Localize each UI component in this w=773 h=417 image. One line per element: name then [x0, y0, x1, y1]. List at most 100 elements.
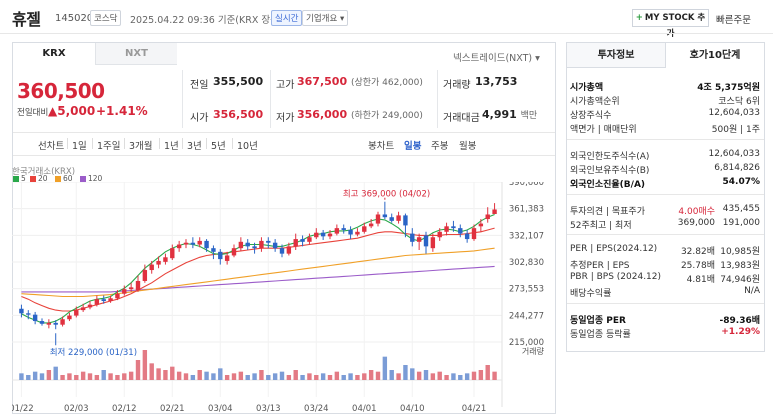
- candle-body: [176, 244, 182, 249]
- volume-bar: [19, 373, 24, 380]
- volume-bar: [485, 365, 490, 380]
- candle-body: [272, 242, 278, 249]
- period-0[interactable]: 선차트: [38, 138, 64, 152]
- current-price: 360,500: [17, 79, 105, 103]
- candle-body: [307, 237, 312, 242]
- invest-info-row: 시가총액순위 코스닥 6위: [570, 97, 760, 107]
- invest-info-row: 배당수익률 N/A: [570, 286, 760, 299]
- candle-body: [423, 235, 429, 247]
- candle-type-0[interactable]: 봉차트: [368, 138, 394, 152]
- candle-type-2[interactable]: 주봉: [431, 138, 448, 152]
- period-6[interactable]: 5년: [211, 138, 226, 152]
- candle-body: [437, 231, 442, 238]
- volume-bar: [67, 373, 72, 380]
- candle-body: [101, 299, 106, 302]
- volume-bar: [348, 373, 353, 380]
- low-label: 저가: [276, 113, 295, 124]
- period-separator: [67, 138, 68, 149]
- invest-info-row: 52주최고 | 최저 369,000 191,000: [570, 218, 760, 231]
- period-7[interactable]: 10년: [237, 138, 258, 152]
- volume-bar: [355, 375, 360, 380]
- candle-body: [451, 226, 456, 229]
- candle-body: [362, 226, 367, 232]
- candle-body: [368, 223, 374, 227]
- candle-body: [444, 226, 449, 232]
- volume-bar: [444, 375, 449, 380]
- candle-type-1[interactable]: 일봉: [404, 138, 421, 152]
- candle-body: [183, 242, 189, 245]
- candle-body: [135, 280, 141, 291]
- y-tick-label: 244,277: [509, 311, 544, 321]
- tab-nxt[interactable]: NXT: [95, 43, 177, 65]
- chevron-down-icon: ▾: [339, 14, 345, 24]
- invest-info-row: 동일업종 PER -89.36배: [570, 316, 760, 326]
- add-mystock-button[interactable]: + MY STOCK 추가: [632, 9, 709, 39]
- candle-body: [382, 214, 388, 218]
- volume-bar: [471, 371, 477, 380]
- volume-bar: [396, 373, 401, 380]
- price-chart[interactable]: 390,660 361,383 332,107 302,830 273,553 244,2…: [12, 182, 556, 414]
- market-badge: 코스닥: [90, 10, 122, 26]
- quick-order-button[interactable]: 빠른주문: [716, 12, 751, 26]
- period-4[interactable]: 1년: [164, 138, 179, 152]
- period-5[interactable]: 3년: [187, 138, 202, 152]
- candle-body: [492, 209, 497, 215]
- candle-type-3[interactable]: 월봉: [459, 138, 476, 152]
- period-1[interactable]: 1일: [72, 138, 87, 152]
- tab-krx[interactable]: KRX: [13, 43, 95, 65]
- live-badge[interactable]: 실시간: [271, 10, 303, 26]
- volume-bar: [327, 375, 333, 380]
- candle-body: [170, 248, 175, 259]
- candle-body: [327, 233, 333, 237]
- tab-invest-info[interactable]: 투자정보: [567, 43, 665, 68]
- candle-body: [211, 248, 216, 252]
- x-tick-label: 02/12: [112, 404, 137, 414]
- volume-bar: [32, 371, 38, 380]
- candle-body: [32, 314, 38, 322]
- volume-bar: [300, 375, 305, 380]
- volume-bar: [224, 375, 230, 380]
- invest-info-row: 추정PER | EPS 25.78배 13,983원: [570, 261, 760, 271]
- volume-bar: [149, 363, 154, 380]
- period-3[interactable]: 3개월: [129, 138, 153, 152]
- turnover-label: 거래대금: [443, 113, 480, 124]
- candle-body: [334, 228, 340, 234]
- invest-info-row: 상장주식수 12,604,033: [570, 108, 760, 121]
- x-tick-label: 04/21: [462, 404, 487, 414]
- volume-bar: [403, 365, 408, 380]
- invest-info-row: 동일업종 등락률 +1.29%: [570, 327, 760, 340]
- x-tick-label: 03/04: [208, 404, 233, 414]
- candle-body: [410, 233, 415, 242]
- candle-body: [74, 310, 79, 316]
- company-info-button[interactable]: 기업개요 ▾: [302, 10, 349, 26]
- nextrade-link[interactable]: 넥스트레이드(NXT) ▾: [453, 50, 540, 64]
- volume-bar: [74, 375, 79, 380]
- invest-info-row: 시가총액 4조 5,375억원: [570, 83, 760, 93]
- volume-bar: [272, 373, 278, 380]
- volume-value: 13,753: [475, 75, 518, 88]
- tab-orderbook[interactable]: 호가10단계: [665, 43, 764, 68]
- low-value: 356,000 (하한가 249,000): [297, 108, 423, 121]
- period-separator: [159, 138, 160, 149]
- x-tick-label: 04/01: [352, 404, 377, 414]
- volume-bar: [464, 373, 470, 380]
- y-tick-label: 332,107: [509, 231, 544, 241]
- x-tick-label: 03/24: [304, 404, 329, 414]
- x-tick-label: 03/13: [256, 404, 281, 414]
- period-separator: [92, 138, 93, 149]
- candle-body: [231, 248, 237, 256]
- period-2[interactable]: 1주일: [97, 138, 121, 152]
- candle-body: [204, 240, 209, 249]
- change-label: 전일대비: [17, 108, 49, 118]
- volume-bar: [307, 373, 312, 380]
- volume-label: 거래량: [522, 346, 545, 356]
- candle-body: [80, 307, 86, 311]
- candle-body: [156, 260, 161, 265]
- volume-bar: [389, 370, 394, 380]
- volume-bar: [231, 373, 237, 380]
- open-value: 356,500: [213, 108, 264, 121]
- volume-bar: [478, 370, 484, 380]
- volume-bar: [266, 375, 271, 380]
- volume-bar: [368, 370, 374, 380]
- invest-info-row: 투자의견 | 목표주가 4.00매수 435,455: [570, 204, 760, 217]
